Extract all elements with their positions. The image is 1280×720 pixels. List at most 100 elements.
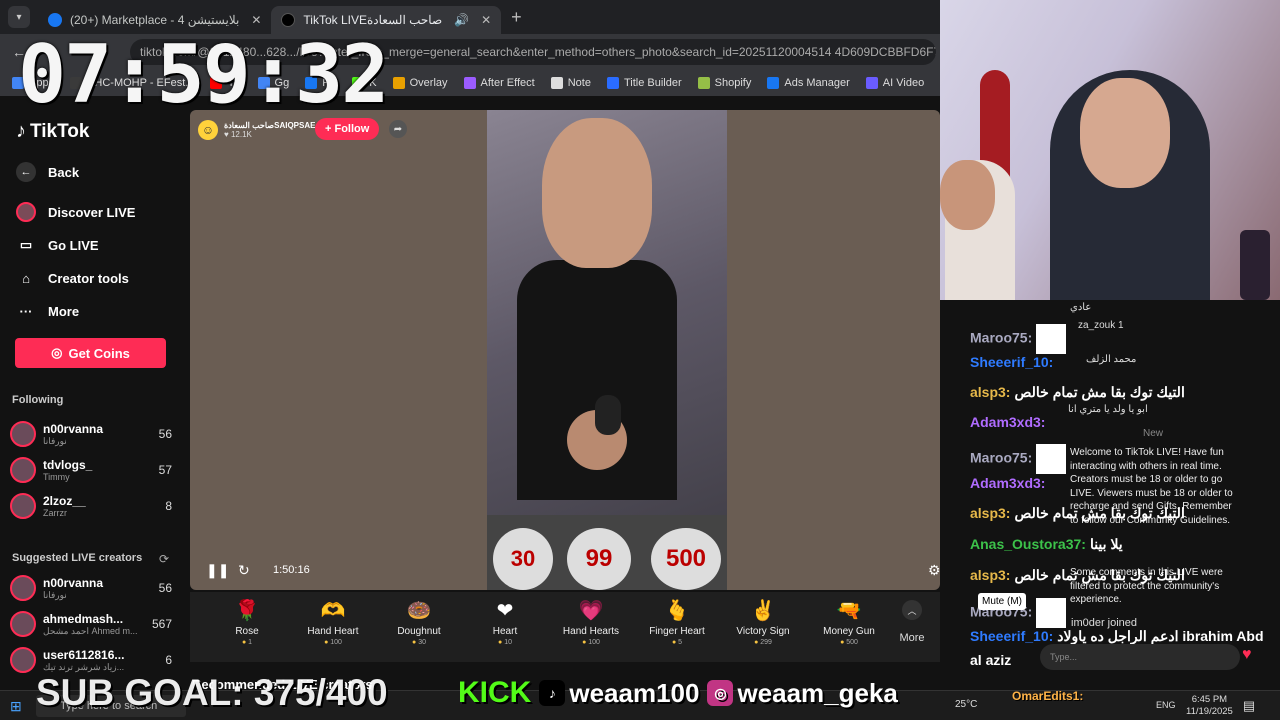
chat-username: Sheeerif_10: — [970, 354, 1054, 370]
tab-search-button[interactable]: ▾ — [8, 6, 30, 28]
instagram-handle-text: weaam_geka — [737, 677, 898, 708]
account-row[interactable]: n00rvanna نورفانا 56 — [10, 419, 172, 449]
gift-price-value: 10 — [504, 639, 512, 646]
clock-date: 11/19/2025 — [1186, 706, 1233, 717]
speaker-icon[interactable]: 🔊 — [454, 13, 469, 27]
bookmark-item[interactable]: Overlay — [392, 77, 448, 89]
account-name[interactable]: tdvlogs_ — [43, 458, 159, 472]
account-row[interactable]: user6112816... زياد شرشر ترند تيك... 6 — [10, 645, 172, 675]
settings-icon[interactable]: ⚙ — [928, 562, 940, 579]
host-avatar[interactable]: ☺ — [198, 120, 218, 140]
bookmark-item[interactable]: Shopify — [697, 77, 751, 89]
avatar[interactable] — [10, 457, 36, 483]
account-row[interactable]: ahmedmash... احمد مشحل Ahmed m... 567 — [10, 609, 172, 639]
notification-icon[interactable]: ▤ — [1243, 698, 1255, 714]
account-row[interactable]: n00rvanna نورفانا 56 — [10, 573, 172, 603]
share-icon[interactable]: ➦ — [389, 120, 407, 138]
heart-icon[interactable]: ♥ — [1242, 646, 1262, 666]
gift-item[interactable]: 🫰 Finger Heart ● 5 — [634, 592, 720, 662]
stream-chat-line: Adam3xd3: — [970, 475, 1045, 491]
gift-item[interactable]: ✌ Victory Sign ● 299 — [720, 592, 806, 662]
gift-item[interactable]: 💗 Hand Hearts ● 100 — [548, 592, 634, 662]
avatar[interactable] — [10, 575, 36, 601]
tab-label: TikTok LIVEصاحب السعادة — [303, 13, 443, 27]
gift-name: Hand Heart — [307, 626, 359, 637]
avatar[interactable] — [10, 421, 36, 447]
account-name[interactable]: n00rvanna — [43, 422, 159, 436]
language-indicator[interactable]: ENG — [1156, 700, 1176, 710]
camera-icon: ▭ — [19, 237, 33, 252]
new-tab-button[interactable]: + — [511, 7, 522, 28]
gift-price: ● 500 — [840, 639, 858, 646]
tiktok-logo[interactable]: ♪ TikTok — [16, 120, 89, 143]
more-gifts-button[interactable]: ︿ More — [892, 592, 932, 662]
bookmark-item[interactable]: AI Video — [865, 77, 924, 89]
gift-price: ● 299 — [754, 639, 772, 646]
gift-item[interactable]: 🫶 Hand Heart ● 100 — [290, 592, 376, 662]
host-info[interactable]: ☺ صاحب السعادةSAIQPSAE ♥ 12.1K — [198, 118, 315, 142]
bookmark-icon — [767, 77, 780, 89]
weather-readout[interactable]: 25°C — [955, 699, 977, 710]
host-name[interactable]: صاحب السعادةSAIQPSAE — [224, 121, 315, 130]
bookmark-item[interactable]: Title Builder — [606, 77, 682, 89]
comment-input[interactable]: Type... — [1040, 644, 1240, 670]
gift-price: ● 100 — [582, 639, 600, 646]
gift-icon: ✌ — [750, 600, 776, 622]
live-player[interactable]: ☺ صاحب السعادةSAIQPSAE ♥ 12.1K + Follow … — [190, 110, 940, 590]
chat-username: Maroo75: — [970, 449, 1033, 466]
bookmark-item[interactable]: Ads Manager — [767, 77, 850, 89]
gift-price: ● 1 — [242, 639, 252, 646]
taskbar-clock[interactable]: 6:45 PM 11/19/2025 ▤ — [1186, 694, 1255, 718]
viewer-count: 56 — [158, 581, 172, 595]
coin-icon: ◎ — [51, 345, 63, 360]
nav-creator-tools[interactable]: ⌂ Creator tools — [16, 268, 129, 288]
account-subname: احمد مشحل Ahmed m... — [43, 625, 138, 636]
stream-chat-line: al aziz — [970, 652, 1011, 668]
chevron-up-icon: ︿ — [902, 600, 922, 620]
avatar[interactable] — [10, 493, 36, 519]
clock-time: 6:45 PM — [1191, 694, 1228, 705]
account-name[interactable]: n00rvanna — [43, 576, 159, 590]
stream-chat-line: alsp3: التيك توك بقا مش تمام خالص — [970, 505, 1185, 522]
account-name[interactable]: 2lzoz__ — [43, 494, 165, 508]
bookmark-item[interactable]: After Effect — [463, 77, 535, 89]
nav-go-live[interactable]: ▭ Go LIVE — [16, 235, 99, 255]
gift-price-value: 1 — [248, 639, 253, 646]
gift-name: Finger Heart — [649, 626, 705, 637]
gift-icon: 🫶 — [320, 600, 346, 622]
account-row[interactable]: 2lzoz__ Zarrzr 8 — [10, 491, 172, 521]
account-row[interactable]: tdvlogs_ Timmy 57 — [10, 455, 172, 485]
coins-label: Get Coins — [68, 345, 130, 361]
follow-button[interactable]: + Follow — [315, 118, 380, 140]
more-gifts-label: More — [899, 632, 925, 644]
gift-name: Hand Hearts — [562, 626, 620, 637]
bookmark-icon — [392, 77, 405, 89]
close-icon[interactable]: ✕ — [251, 13, 261, 27]
gift-item[interactable]: 🍩 Doughnut ● 30 — [376, 592, 462, 662]
more-icon: ··· — [19, 303, 33, 319]
gift-item[interactable]: ❤ Heart ● 10 — [462, 592, 548, 662]
get-coins-button[interactable]: ◎ Get Coins — [15, 338, 166, 368]
reload-icon[interactable]: ↻ — [238, 562, 250, 579]
pause-icon[interactable]: ❚❚ — [206, 562, 229, 579]
viewer-count: 56 — [158, 427, 172, 441]
viewer-count: 57 — [158, 463, 172, 477]
screen: ▾ (20+) Marketplace - 4 بلايستيشن ✕ TikT… — [0, 0, 1280, 720]
gift-item[interactable]: 🔫 Money Gun ● 500 — [806, 592, 892, 662]
gift-icon: 🌹 — [234, 600, 260, 622]
nav-more[interactable]: ··· More — [16, 301, 80, 321]
avatar[interactable] — [10, 647, 36, 673]
back-button[interactable]: ← Back — [16, 162, 79, 182]
nav-discover-live[interactable]: Discover LIVE — [16, 202, 135, 222]
account-name[interactable]: user6112816... — [43, 648, 165, 662]
account-names: user6112816... زياد شرشر ترند تيك... — [43, 648, 165, 673]
viewer-count: 6 — [165, 653, 172, 667]
gift-item[interactable]: 🌹 Rose ● 1 — [204, 592, 290, 662]
socials-overlay: KICK ♪ weaam100 ◎ weaam_geka — [458, 676, 898, 710]
windows-start-icon[interactable]: ⊞ — [10, 698, 22, 715]
bookmark-item[interactable]: Note — [550, 77, 591, 89]
avatar[interactable] — [10, 611, 36, 637]
account-name[interactable]: ahmedmash... — [43, 612, 152, 626]
close-icon[interactable]: ✕ — [481, 13, 491, 27]
refresh-icon[interactable]: ⟳ — [159, 552, 169, 566]
